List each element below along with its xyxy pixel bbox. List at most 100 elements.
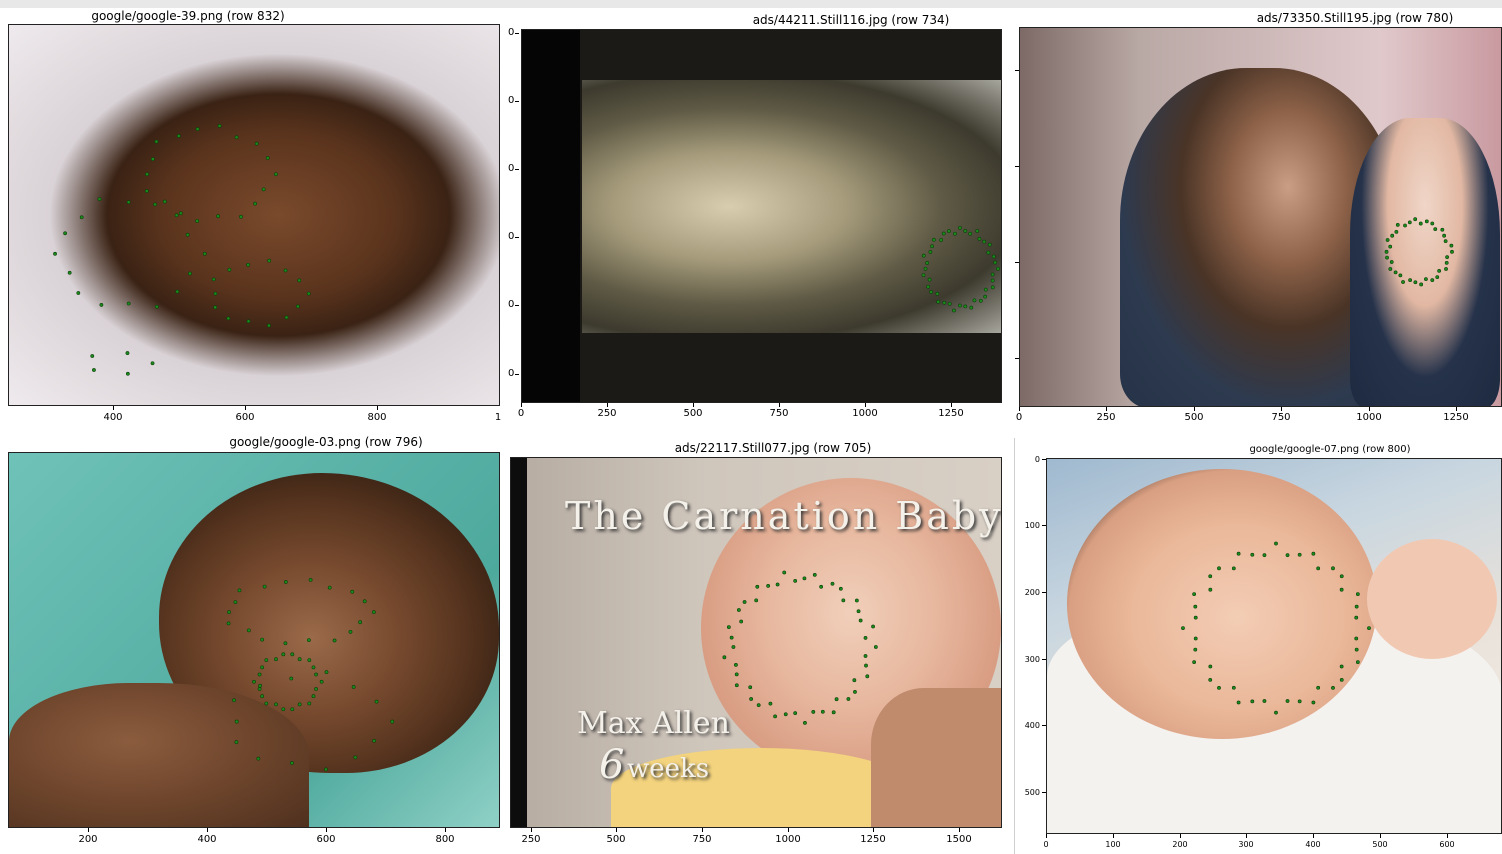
landmark-point <box>53 251 57 256</box>
landmark-point <box>1393 270 1398 275</box>
landmark-point <box>1385 238 1390 242</box>
x-tick-label: 600 <box>235 412 255 423</box>
ad-age-unit: weeks <box>627 754 710 784</box>
landmark-point <box>742 600 747 604</box>
landmark-point <box>1442 233 1447 238</box>
landmark-point <box>865 674 870 679</box>
x-tick-label: 500 <box>1184 412 1204 423</box>
face-image <box>521 29 1002 403</box>
landmark-point <box>185 232 190 237</box>
landmark-point <box>283 268 288 273</box>
face-image <box>8 452 500 828</box>
landmark-point <box>1440 227 1445 232</box>
landmark-point <box>1231 685 1236 690</box>
landmark-point <box>253 201 257 206</box>
landmark-point <box>297 702 302 707</box>
landmark-point <box>1217 566 1221 571</box>
landmark-point <box>1354 604 1359 609</box>
landmark-point <box>150 157 155 161</box>
landmark-point <box>267 323 271 328</box>
landmark-point <box>1354 647 1359 652</box>
y-tick-label: 400 <box>1024 721 1040 730</box>
landmark-point <box>295 304 300 309</box>
x-tick-label: 1000 <box>1356 412 1382 423</box>
panel-title: ads/44211.Still116.jpg (row 734) <box>752 13 950 27</box>
y-tick-label: 0 <box>508 27 515 38</box>
landmark-point <box>1385 255 1389 260</box>
landmark-point <box>1208 664 1213 669</box>
landmark-point <box>226 621 231 626</box>
landmark-point <box>987 242 992 247</box>
landmark-point <box>350 589 355 594</box>
landmark-point <box>175 289 180 294</box>
landmark-point <box>1398 273 1403 278</box>
landmark-point <box>873 645 878 649</box>
landmark-point <box>939 238 944 242</box>
landmark-point <box>1430 221 1435 226</box>
landmark-point <box>1408 278 1412 283</box>
landmark-point <box>227 267 232 272</box>
landmark-point <box>265 156 270 160</box>
y-tick-label: 0 <box>508 163 515 174</box>
landmark-point <box>1444 260 1449 265</box>
landmark-point <box>871 624 875 629</box>
landmark-point <box>174 213 179 218</box>
landmark-point <box>213 291 218 296</box>
landmark-point <box>737 608 741 612</box>
landmark-point <box>257 687 262 691</box>
landmark-point <box>1208 678 1213 682</box>
landmark-point <box>227 610 231 615</box>
landmark-point <box>1355 660 1360 665</box>
landmark-point <box>1285 699 1290 703</box>
panel-title: google/google-39.png (row 832) <box>91 9 285 23</box>
landmark-point <box>793 578 798 583</box>
panel-title: google/google-07.png (row 800) <box>1249 444 1411 455</box>
y-tick-label: 500 <box>1024 788 1040 797</box>
y-tick-label: 0 <box>508 368 515 379</box>
landmark-point <box>793 711 798 716</box>
x-tick-label: 400 <box>1305 840 1321 849</box>
landmark-point <box>284 315 289 320</box>
landmark-point <box>372 738 377 743</box>
landmark-point <box>327 585 332 590</box>
x-tick-label: 600 <box>1439 840 1455 849</box>
landmark-point <box>1297 699 1302 704</box>
landmark-point <box>252 679 256 684</box>
landmark-point <box>274 657 278 662</box>
landmark-point <box>1208 587 1213 592</box>
landmark-point <box>1413 280 1418 285</box>
landmark-point <box>99 303 104 307</box>
landmark-point <box>97 197 102 201</box>
landmark-point <box>748 685 753 690</box>
landmark-point <box>749 697 754 701</box>
x-tick-label: 0 <box>1043 840 1049 849</box>
y-tick-label: 300 <box>1024 655 1040 664</box>
landmark-point <box>324 767 328 772</box>
landmark-point <box>226 316 231 321</box>
landmark-point <box>233 600 238 604</box>
landmark-point <box>351 685 356 689</box>
landmark-point <box>1449 243 1454 248</box>
landmark-point <box>297 278 302 283</box>
landmark-point <box>358 620 363 625</box>
landmark-point <box>1388 267 1393 271</box>
landmark-point <box>931 237 936 242</box>
landmark-point <box>969 305 974 310</box>
landmark-point <box>978 298 983 303</box>
landmark-point <box>731 645 736 649</box>
landmark-point <box>234 740 239 745</box>
landmark-point <box>76 291 81 295</box>
landmark-point <box>990 278 995 283</box>
landmark-point <box>1274 710 1278 715</box>
landmark-point <box>211 277 216 282</box>
landmark-point <box>812 572 817 577</box>
x-tick-label: 600 <box>316 834 336 845</box>
landmark-overlay <box>226 578 395 772</box>
landmark-point <box>734 672 739 677</box>
landmark-point <box>802 576 807 581</box>
landmark-point <box>1262 699 1267 703</box>
landmark-point <box>246 319 251 324</box>
landmark-point <box>977 236 982 241</box>
landmark-point <box>257 672 262 677</box>
landmark-point <box>854 598 859 603</box>
